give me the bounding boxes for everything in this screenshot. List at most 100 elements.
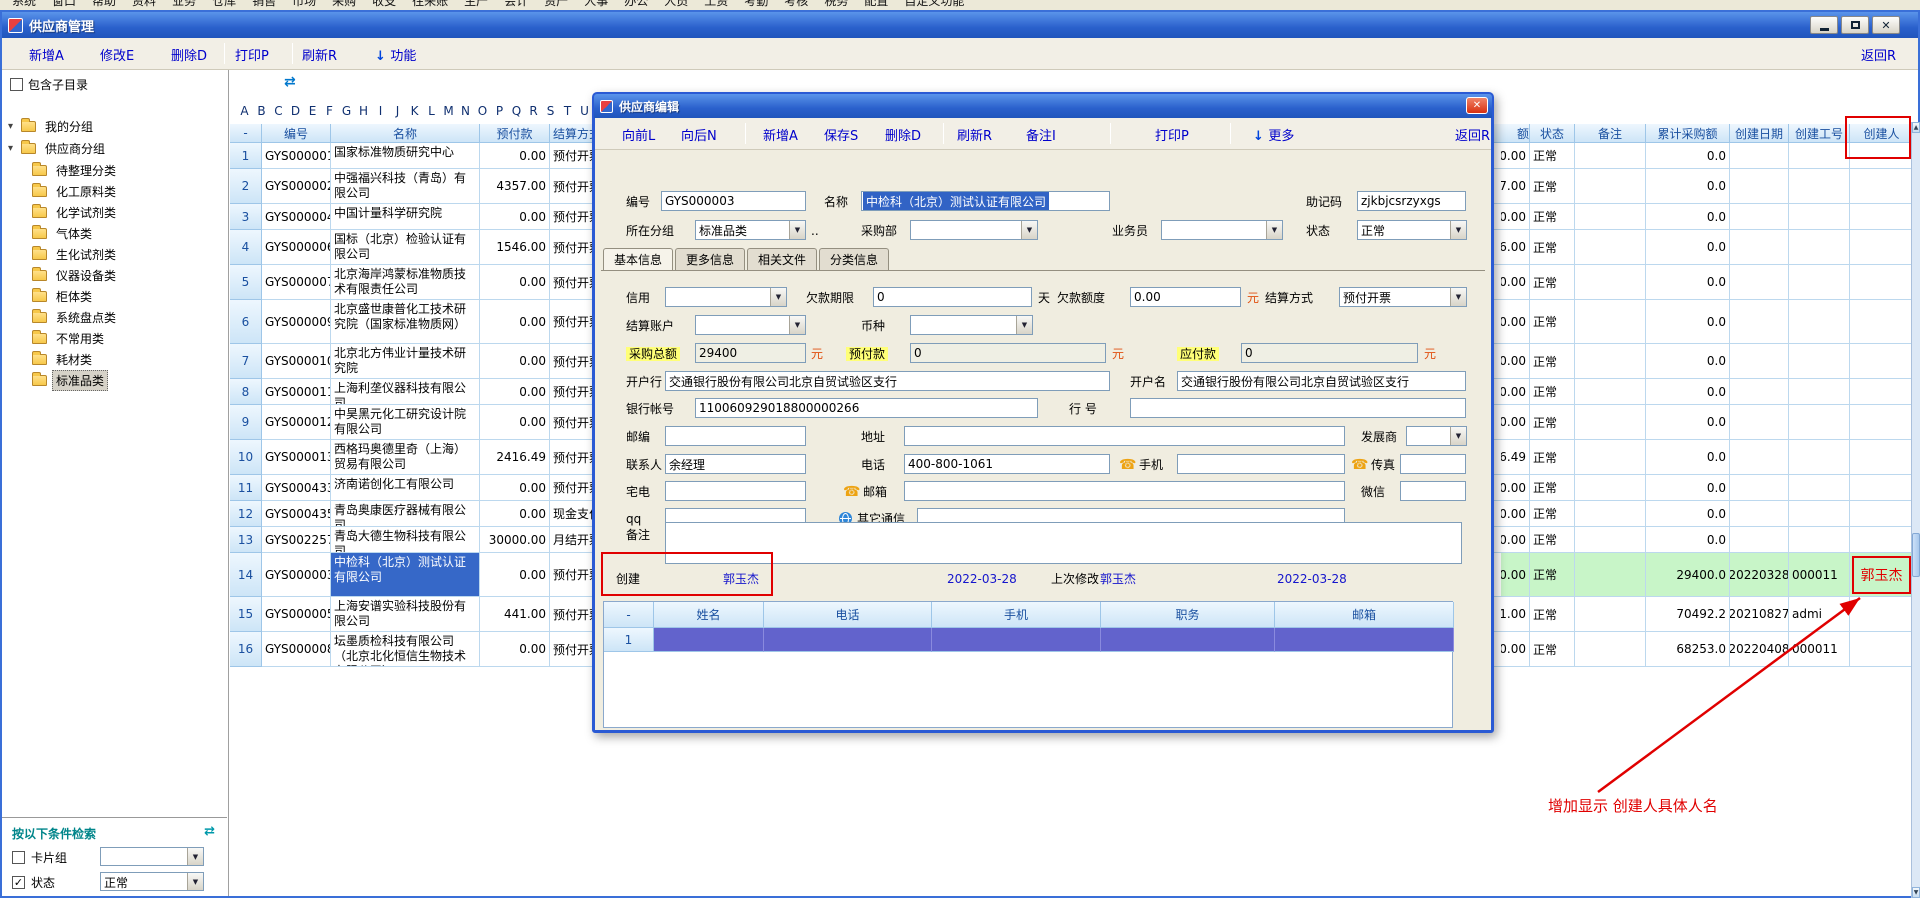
row-number[interactable]: 8 bbox=[230, 379, 262, 405]
alphabet-letter[interactable]: I bbox=[372, 104, 389, 118]
amount[interactable]: 0.00 bbox=[1501, 300, 1530, 344]
swap-icon[interactable]: ⇄ bbox=[284, 74, 296, 90]
more-button[interactable]: ↓ 更多 bbox=[1253, 125, 1294, 144]
menu-item[interactable]: 窗口 bbox=[44, 0, 84, 9]
amount[interactable]: 0.00 bbox=[1501, 475, 1530, 501]
menu-item[interactable]: 考核 bbox=[776, 0, 816, 9]
next-button[interactable]: 向后N bbox=[681, 125, 717, 144]
amount[interactable]: 0.00 bbox=[1501, 632, 1530, 667]
status[interactable]: 正常 bbox=[1530, 344, 1575, 379]
alphabet-letter[interactable]: N bbox=[457, 104, 474, 118]
note[interactable] bbox=[1575, 405, 1646, 440]
create-worker-id[interactable] bbox=[1789, 527, 1850, 553]
create-date[interactable] bbox=[1730, 300, 1789, 344]
alphabet-letter[interactable]: S bbox=[542, 104, 559, 118]
supplier-name[interactable]: 青岛奥康医疗器械有限公司 bbox=[331, 501, 480, 527]
column-header-total[interactable]: 累计采购额 bbox=[1646, 124, 1730, 143]
note-textarea[interactable] bbox=[665, 522, 1462, 564]
delete-button[interactable]: 删除D bbox=[171, 45, 207, 64]
total-purchase[interactable]: 0.0 bbox=[1646, 405, 1730, 440]
chevron-down-icon[interactable]: ▼ bbox=[1450, 221, 1466, 239]
edit-button[interactable]: 修改E bbox=[100, 45, 134, 64]
note[interactable] bbox=[1575, 300, 1646, 344]
create-worker-id[interactable] bbox=[1789, 230, 1850, 265]
create-worker-id[interactable]: admi bbox=[1789, 597, 1850, 632]
note-button[interactable]: 备注I bbox=[1026, 125, 1056, 144]
row-number[interactable]: 15 bbox=[230, 597, 262, 632]
dialog-titlebar[interactable]: 供应商编辑 ✕ bbox=[594, 94, 1492, 118]
print-button[interactable]: 打印P bbox=[235, 45, 269, 64]
supplier-code[interactable]: GYS000011 bbox=[262, 379, 331, 405]
create-date[interactable] bbox=[1730, 440, 1789, 475]
alphabet-letter[interactable]: L bbox=[423, 104, 440, 118]
column-header-cdate[interactable]: 创建日期 bbox=[1730, 124, 1789, 143]
amount[interactable]: 4357.00 bbox=[1501, 169, 1530, 204]
menu-item[interactable]: 生产 bbox=[456, 0, 496, 9]
tree-item-category[interactable]: 柜体类 bbox=[32, 286, 96, 306]
create-worker-id[interactable]: 000011 bbox=[1789, 632, 1850, 667]
amount[interactable]: 0.00 bbox=[1501, 553, 1530, 597]
group-select[interactable]: 标准品类▼ bbox=[695, 220, 806, 240]
status-select[interactable]: 正常▼ bbox=[1357, 220, 1467, 240]
row-number[interactable]: 1 bbox=[230, 143, 262, 169]
contacts-column-3[interactable]: 手机 bbox=[932, 602, 1101, 628]
functions-button[interactable]: ↓ 功能 bbox=[375, 45, 416, 64]
prepay[interactable]: 0.00 bbox=[480, 204, 550, 230]
create-user[interactable] bbox=[1850, 597, 1914, 632]
create-user[interactable] bbox=[1850, 405, 1914, 440]
prepay[interactable]: 0.00 bbox=[480, 475, 550, 501]
alphabet-letter[interactable]: R bbox=[525, 104, 542, 118]
create-date[interactable] bbox=[1730, 230, 1789, 265]
name-input[interactable]: 中检科（北京）测试认证有限公司 bbox=[861, 191, 1110, 211]
status[interactable]: 正常 bbox=[1530, 632, 1575, 667]
supplier-name[interactable]: 北京盛世康普化工技术研究院（国家标准物质网） bbox=[331, 300, 480, 344]
column-header-prepay[interactable]: 预付款 bbox=[480, 124, 550, 143]
contact-phone[interactable] bbox=[764, 628, 932, 652]
dialog-add-button[interactable]: 新增A bbox=[763, 125, 798, 144]
prepay[interactable]: 4357.00 bbox=[480, 169, 550, 204]
create-user[interactable] bbox=[1850, 265, 1914, 300]
supplier-code[interactable]: GYS000012 bbox=[262, 405, 331, 440]
alphabet-letter[interactable]: Q bbox=[508, 104, 525, 118]
supplier-code[interactable]: GYS000006 bbox=[262, 230, 331, 265]
chevron-down-icon[interactable]: ▼ bbox=[789, 316, 805, 334]
contact-title[interactable] bbox=[1101, 628, 1275, 652]
column-header-num[interactable]: - bbox=[230, 124, 262, 143]
window-titlebar[interactable]: 供应商管理 ✕ bbox=[2, 12, 1918, 38]
create-user[interactable] bbox=[1850, 204, 1914, 230]
amount[interactable]: 441.00 bbox=[1501, 597, 1530, 632]
note[interactable] bbox=[1575, 440, 1646, 475]
supplier-code[interactable]: GYS000433 bbox=[262, 475, 331, 501]
supplier-code[interactable]: GYS000002 bbox=[262, 169, 331, 204]
supplier-name[interactable]: 中强福兴科技（青岛）有限公司 bbox=[331, 169, 480, 204]
chevron-down-icon[interactable]: ▼ bbox=[789, 221, 805, 239]
create-user[interactable] bbox=[1850, 501, 1914, 527]
create-user[interactable] bbox=[1850, 169, 1914, 204]
purchase-total-input[interactable]: 29400 bbox=[695, 343, 806, 363]
tree-item-category[interactable]: 化工原料类 bbox=[32, 181, 120, 201]
prepay[interactable]: 0.00 bbox=[480, 632, 550, 667]
supplier-code[interactable]: GYS000003 bbox=[262, 553, 331, 597]
note[interactable] bbox=[1575, 553, 1646, 597]
alphabet-letter[interactable]: H bbox=[355, 104, 372, 118]
total-purchase[interactable]: 29400.0 bbox=[1646, 553, 1730, 597]
note[interactable] bbox=[1575, 632, 1646, 667]
chevron-down-icon[interactable]: ▼ bbox=[1266, 221, 1282, 239]
create-user[interactable] bbox=[1850, 527, 1914, 553]
create-worker-id[interactable]: 000011 bbox=[1789, 553, 1850, 597]
currency-select[interactable]: ▼ bbox=[910, 315, 1033, 335]
settle-select[interactable]: 预付开票▼ bbox=[1339, 287, 1467, 307]
status[interactable]: 正常 bbox=[1530, 300, 1575, 344]
contacts-column-4[interactable]: 职务 bbox=[1101, 602, 1275, 628]
menu-item[interactable]: 往来账 bbox=[404, 0, 456, 9]
tree-item-category[interactable]: 耗材类 bbox=[32, 349, 96, 369]
filter-select[interactable]: 正常▼ bbox=[100, 872, 204, 891]
prepay[interactable]: 2416.49 bbox=[480, 440, 550, 475]
chevron-down-icon[interactable]: ▼ bbox=[1016, 316, 1032, 334]
tree-item-category[interactable]: 生化试剂类 bbox=[32, 244, 120, 264]
total-purchase[interactable]: 0.0 bbox=[1646, 475, 1730, 501]
contact-name[interactable] bbox=[654, 628, 764, 652]
column-header-status[interactable]: 状态 bbox=[1530, 124, 1575, 143]
menu-item[interactable]: 市场 bbox=[284, 0, 324, 9]
status[interactable]: 正常 bbox=[1530, 440, 1575, 475]
